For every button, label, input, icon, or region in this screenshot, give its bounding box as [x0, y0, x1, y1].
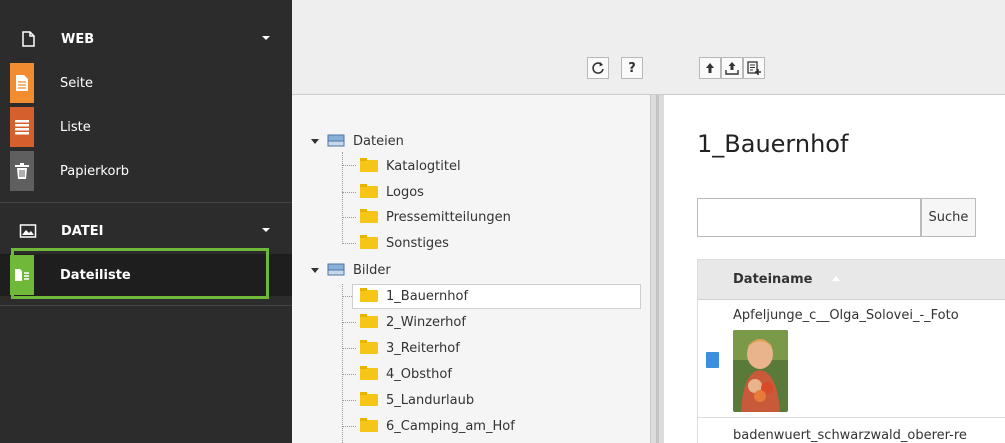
tree-line — [342, 165, 356, 166]
search-button[interactable]: Suche — [921, 198, 976, 237]
tree-line — [342, 322, 356, 323]
folder-icon — [360, 314, 378, 328]
tree-line — [342, 243, 356, 244]
docheader — [292, 0, 1005, 95]
folder-icon — [360, 184, 378, 198]
sidebar-divider — [0, 202, 292, 203]
tree-node-label: 1_Bauernhof — [386, 288, 469, 304]
file-name[interactable]: badenwuert_schwarzwald_oberer-re — [733, 428, 967, 443]
page-icon — [10, 63, 34, 103]
tree-folder[interactable]: 4_Obsthof — [360, 364, 452, 384]
tree-node-label: Katalogtitel — [386, 158, 461, 174]
datei-section-header[interactable]: DATEI — [0, 210, 292, 252]
folder-icon — [360, 366, 378, 380]
page-title: 1_Bauernhof — [697, 130, 849, 158]
tree-node-label: 6_Camping_am_Hof — [386, 418, 515, 434]
tree-node-label: Bilder — [353, 262, 391, 278]
tree-folder[interactable]: 3_Reiterhof — [360, 338, 460, 358]
tree-node-label: 4_Obsthof — [386, 366, 452, 382]
trash-icon — [10, 151, 34, 191]
folder-icon — [360, 209, 378, 223]
datei-section-label: DATEI — [61, 223, 104, 239]
upload-button[interactable] — [699, 57, 721, 79]
tree-node-label: Sonstiges — [386, 235, 449, 251]
tree-node-dateien[interactable]: Dateien — [311, 131, 404, 151]
new-file-button[interactable] — [743, 57, 765, 79]
upload-tray-button[interactable] — [721, 57, 743, 79]
folder-icon — [360, 288, 378, 302]
tree-line — [342, 374, 356, 375]
tree-line — [342, 284, 343, 443]
file-name[interactable]: Apfeljunge_c__Olga_Solovei_-_Foto — [733, 308, 959, 323]
highlight-frame — [11, 248, 269, 299]
image-icon — [19, 224, 37, 238]
tree-line — [342, 192, 356, 193]
resize-grip — [656, 95, 659, 443]
expand-toggle-icon[interactable] — [311, 138, 319, 144]
list-icon — [10, 107, 34, 147]
tree-folder[interactable]: 5_Landurlaub — [360, 390, 474, 410]
tree-folder[interactable]: Katalogtitel — [360, 156, 461, 176]
folder-icon — [360, 340, 378, 354]
tree-line — [342, 426, 356, 427]
tree-line — [342, 217, 356, 218]
tree-node-label: 3_Reiterhof — [386, 340, 460, 356]
new-file-icon — [747, 61, 761, 75]
storage-icon — [327, 263, 345, 276]
upload-tray-icon — [725, 62, 739, 75]
upload-icon — [706, 63, 714, 73]
web-section-header[interactable]: WEB — [0, 18, 292, 60]
help-button[interactable]: ? — [621, 57, 643, 79]
table-row[interactable]: Apfeljunge_c__Olga_Solovei_-_Foto — [698, 300, 1005, 418]
table-row[interactable]: badenwuert_schwarzwald_oberer-re — [698, 418, 1005, 443]
tree-node-bilder[interactable]: Bilder — [311, 260, 391, 280]
tree-node-label: 2_Winzerhof — [386, 314, 466, 330]
expand-toggle-icon[interactable] — [311, 267, 319, 273]
chevron-down-icon[interactable] — [262, 228, 270, 232]
sidebar-item-label: Papierkorb — [60, 163, 130, 179]
sort-asc-icon[interactable] — [832, 276, 840, 281]
sidebar-item-liste[interactable]: Liste — [0, 106, 292, 148]
tree-line — [342, 348, 356, 349]
tree-node-label: Dateien — [353, 133, 404, 149]
storage-icon — [327, 134, 345, 147]
tree-folder[interactable]: 6_Camping_am_Hof — [360, 416, 515, 436]
tree-folder[interactable]: Sonstiges — [360, 233, 449, 253]
sidebar-divider — [0, 305, 292, 306]
tree-folder[interactable]: 2_Winzerhof — [360, 312, 466, 332]
tree-node-label: 5_Landurlaub — [386, 392, 475, 408]
sidebar-item-papierkorb[interactable]: Papierkorb — [0, 150, 292, 192]
folder-icon — [360, 392, 378, 406]
folder-icon — [360, 418, 378, 432]
tree-folder[interactable]: Logos — [360, 182, 424, 202]
table-header: Dateiname — [698, 260, 1005, 300]
panel-resize-handle[interactable] — [650, 95, 664, 443]
sidebar-item-seite[interactable]: Seite — [0, 62, 292, 104]
web-section-label: WEB — [61, 31, 95, 47]
folder-icon — [360, 235, 378, 249]
tree-folder-selected[interactable]: 1_Bauernhof — [360, 286, 468, 306]
refresh-icon — [592, 62, 604, 74]
tree-folder[interactable]: Pressemitteilungen — [360, 207, 511, 227]
document-icon — [22, 31, 35, 47]
search-input[interactable] — [697, 198, 921, 237]
folder-icon — [360, 158, 378, 172]
file-thumbnail[interactable] — [733, 330, 788, 412]
refresh-button[interactable] — [587, 57, 609, 79]
file-table: Dateiname Apfeljunge_c__Olga_Solovei_-_F… — [697, 259, 1005, 443]
column-header-filename[interactable]: Dateiname — [733, 272, 812, 287]
tree-line — [342, 400, 356, 401]
sidebar-item-label: Seite — [60, 75, 93, 91]
sidebar-item-label: Liste — [60, 119, 91, 135]
image-file-icon — [706, 352, 719, 368]
module-sidebar: WEB Seite Liste Papierkorb DATEI Dateili… — [0, 0, 292, 443]
tree-node-label: Pressemitteilungen — [386, 209, 511, 225]
tree-node-label: Logos — [386, 184, 424, 200]
chevron-down-icon[interactable] — [262, 36, 270, 40]
